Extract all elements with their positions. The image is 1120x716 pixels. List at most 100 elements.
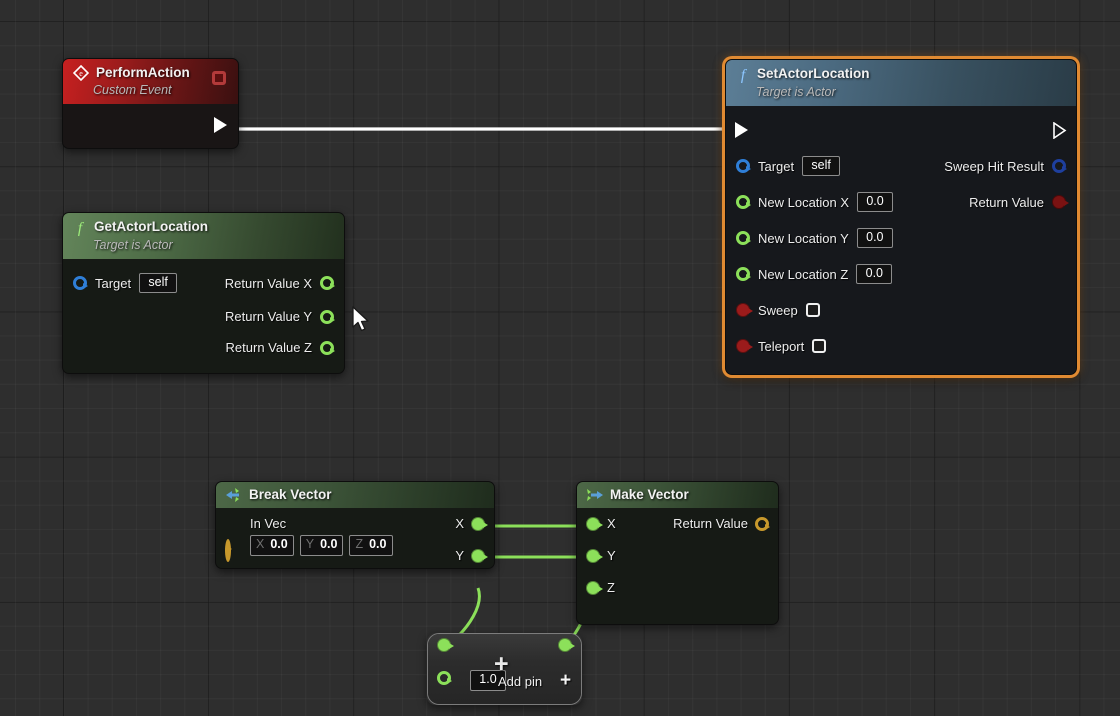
break-vector-x-output-pin[interactable]: [471, 517, 485, 531]
node-header-set-actor-location: f SetActorLocation Target is Actor: [726, 60, 1076, 106]
delegate-output-pin[interactable]: [212, 71, 226, 85]
axis-value: 0.0: [320, 537, 337, 553]
svg-text:f: f: [78, 220, 85, 236]
return-value-x-output-pin[interactable]: [320, 276, 334, 290]
node-title: Make Vector: [610, 488, 689, 502]
pin-row-in-x: X: [586, 516, 616, 531]
pin-row-teleport: Teleport: [726, 328, 1076, 364]
sweep-input-pin[interactable]: [736, 303, 750, 317]
node-body-perform-action: [63, 104, 238, 148]
exec-output-pin[interactable]: [1053, 122, 1067, 139]
teleport-checkbox[interactable]: [812, 339, 826, 353]
node-title: Break Vector: [249, 488, 332, 502]
pin-label: Sweep: [758, 303, 798, 318]
new-location-x-input-pin[interactable]: [736, 195, 750, 209]
node-break-vector[interactable]: Break Vector In Vec X 0.0 Y: [215, 481, 495, 569]
axis-value: 0.0: [369, 537, 386, 553]
make-vector-z-input-pin[interactable]: [586, 581, 600, 595]
new-location-y-field[interactable]: 0.0: [857, 228, 893, 249]
axis-letter: X: [256, 537, 264, 553]
pin-label: New Location X: [758, 195, 849, 210]
node-body-make-vector: X Y Z Return Value: [577, 508, 778, 624]
exec-input-pin[interactable]: [735, 122, 749, 139]
arrow-cursor: [352, 306, 372, 339]
sweep-hit-result-output-pin[interactable]: [1052, 159, 1066, 173]
node-header-make-vector: Make Vector: [577, 482, 778, 508]
pin-row-return-value-z: Return Value Z: [63, 332, 344, 363]
event-diamond-icon: e: [73, 65, 89, 81]
exec-row: [726, 112, 1076, 148]
new-location-y-input-pin[interactable]: [736, 231, 750, 245]
teleport-input-pin[interactable]: [736, 339, 750, 353]
new-location-z-input-pin[interactable]: [736, 267, 750, 281]
pin-row-new-location-z: New Location Z 0.0: [726, 256, 1076, 292]
add-input-a-pin[interactable]: [437, 638, 451, 652]
blueprint-graph-canvas[interactable]: e PerformAction Custom Event f: [0, 0, 1120, 716]
in-vec-input-pin[interactable]: [225, 539, 231, 562]
pin-label: Y: [455, 548, 464, 563]
pin-label: Return Value X: [225, 276, 312, 291]
in-vec-x-field[interactable]: X 0.0: [250, 535, 294, 556]
in-vec-y-field[interactable]: Y 0.0: [300, 535, 344, 556]
break-vector-y-output-pin[interactable]: [471, 549, 485, 563]
node-title: SetActorLocation: [757, 67, 870, 81]
return-value-output-pin[interactable]: [1052, 195, 1066, 209]
make-vector-y-input-pin[interactable]: [586, 549, 600, 563]
make-vector-x-input-pin[interactable]: [586, 517, 600, 531]
make-vector-outputs: Return Value: [673, 516, 769, 531]
return-value-y-output-pin[interactable]: [320, 310, 334, 324]
axis-letter: Z: [355, 537, 363, 553]
target-input-pin[interactable]: [73, 276, 87, 290]
node-body-set-actor-location: Target self Sweep Hit Result New Locatio…: [726, 106, 1076, 374]
make-struct-icon: [587, 488, 603, 502]
break-struct-icon: [226, 488, 242, 502]
node-body-get-actor-location: Target self Return Value X Return Value …: [63, 259, 344, 373]
add-input-b-pin[interactable]: [437, 671, 451, 685]
svg-text:f: f: [741, 67, 748, 83]
in-vec-z-field[interactable]: Z 0.0: [349, 535, 392, 556]
node-set-actor-location[interactable]: f SetActorLocation Target is Actor: [722, 56, 1080, 378]
make-vector-return-value-output-pin[interactable]: [755, 517, 769, 531]
pin-row-target: Target self Sweep Hit Result: [726, 148, 1076, 184]
new-location-z-field[interactable]: 0.0: [856, 264, 892, 285]
node-perform-action[interactable]: e PerformAction Custom Event: [62, 58, 239, 149]
pin-label: Z: [607, 580, 615, 595]
node-header-perform-action: e PerformAction Custom Event: [63, 59, 238, 104]
return-value-z-output-pin[interactable]: [320, 341, 334, 355]
node-make-vector[interactable]: Make Vector X Y Z: [576, 481, 779, 625]
node-subtitle: Target is Actor: [93, 239, 332, 252]
target-value-field[interactable]: self: [139, 273, 177, 294]
node-header-break-vector: Break Vector: [216, 482, 494, 508]
pin-label: New Location Y: [758, 231, 849, 246]
pin-row-out-y: Y: [455, 548, 485, 563]
node-header-get-actor-location: f GetActorLocation Target is Actor: [63, 213, 344, 259]
target-value-field[interactable]: self: [802, 156, 840, 177]
pin-label: Return Value: [969, 195, 1044, 210]
pin-row-new-location-x: New Location X 0.0 Return Value: [726, 184, 1076, 220]
add-pin-label[interactable]: Add pin: [498, 674, 542, 689]
target-input-pin[interactable]: [736, 159, 750, 173]
node-title: PerformAction: [96, 66, 190, 80]
sweep-checkbox[interactable]: [806, 303, 820, 317]
pin-label: Y: [607, 548, 616, 563]
pin-label: Sweep Hit Result: [944, 159, 1044, 174]
pin-label: Target: [758, 159, 794, 174]
add-pin-plus-icon[interactable]: +: [560, 671, 571, 690]
pin-label: New Location Z: [758, 267, 848, 282]
exec-output-pin[interactable]: [214, 117, 228, 134]
node-get-actor-location[interactable]: f GetActorLocation Target is Actor Targe…: [62, 212, 345, 374]
axis-value: 0.0: [270, 537, 287, 553]
pin-label: Return Value: [673, 516, 748, 531]
pin-row-return-value-y: Return Value Y: [63, 301, 344, 332]
node-add[interactable]: 1.0 + Add pin +: [427, 633, 582, 705]
axis-letter: Y: [306, 537, 314, 553]
node-body-add: 1.0 + Add pin +: [428, 634, 581, 704]
pin-label: X: [455, 516, 464, 531]
node-title: GetActorLocation: [94, 220, 208, 234]
new-location-x-field[interactable]: 0.0: [857, 192, 893, 213]
node-body-break-vector: In Vec X 0.0 Y 0.0 Z 0.0: [216, 508, 494, 568]
pin-label: Target: [95, 276, 131, 291]
add-output-pin[interactable]: [558, 638, 572, 652]
pin-row-target: Target self Return Value X: [63, 265, 344, 301]
break-vector-outputs: X Y Z: [455, 516, 485, 569]
